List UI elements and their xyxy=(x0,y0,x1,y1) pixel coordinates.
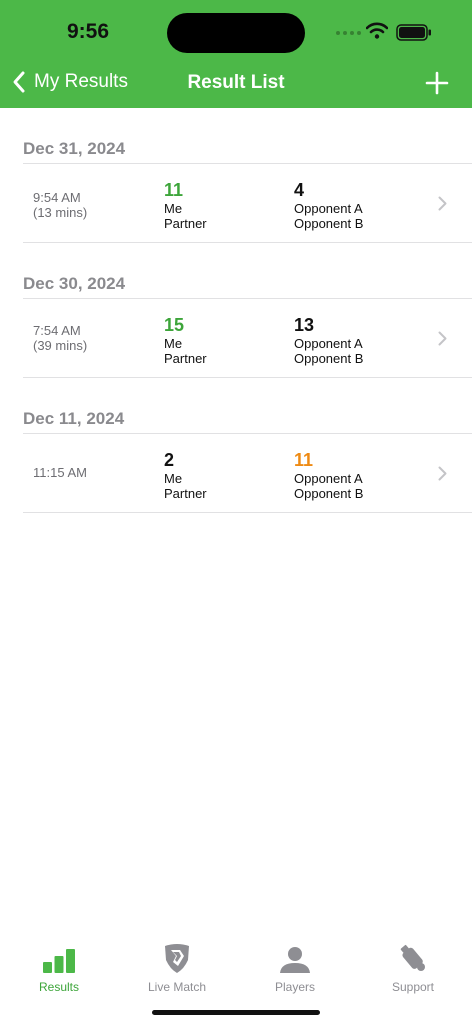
result-time: 11:15 AM xyxy=(33,465,87,480)
result-row[interactable]: 11:15 AM 2 Me Partner 11 Opponent A Oppo… xyxy=(0,434,472,512)
team-player: Partner xyxy=(164,486,207,501)
team-player: Me xyxy=(164,471,183,486)
tab-support[interactable]: Support xyxy=(354,930,472,994)
chevron-right-icon xyxy=(438,331,447,346)
bar-chart-icon xyxy=(43,949,75,973)
wifi-icon xyxy=(366,22,388,39)
chevron-right-icon xyxy=(438,466,447,481)
team-score: 15 xyxy=(164,315,185,335)
tab-label: Support xyxy=(391,980,435,994)
section-date: Dec 11, 2024 xyxy=(23,409,125,428)
team-score: 2 xyxy=(164,450,175,470)
result-time: 9:54 AM xyxy=(33,190,81,205)
opponent-player: Opponent A xyxy=(294,471,363,486)
bottle-icon xyxy=(400,944,425,971)
opponent-player: Opponent B xyxy=(294,351,364,366)
home-indicator xyxy=(152,1010,320,1015)
dynamic-island xyxy=(167,13,305,53)
tab-players[interactable]: Players xyxy=(236,930,354,994)
tab-label: Results xyxy=(38,980,79,994)
team-player: Me xyxy=(164,201,183,216)
result-row[interactable]: 9:54 AM (13 mins) 11 Me Partner 4 Oppone… xyxy=(0,164,472,242)
section-date: Dec 31, 2024 xyxy=(23,139,126,158)
opponent-score: 4 xyxy=(294,180,305,200)
opponent-score: 13 xyxy=(294,315,315,335)
opponent-score: 11 xyxy=(294,450,314,470)
team-player: Partner xyxy=(164,351,207,366)
chevron-right-icon xyxy=(438,196,447,211)
status-time: 9:56 xyxy=(67,20,110,43)
result-list: Dec 31, 2024 9:54 AM (13 mins) 11 Me Par… xyxy=(0,108,472,513)
result-time: 7:54 AM xyxy=(33,323,81,338)
result-duration: (13 mins) xyxy=(33,205,88,220)
result-duration: (39 mins) xyxy=(33,338,88,353)
team-player: Partner xyxy=(164,216,207,231)
team-player: Me xyxy=(164,336,183,351)
section-date: Dec 30, 2024 xyxy=(23,274,126,293)
shield-icon xyxy=(165,944,189,973)
nav-header: 9:56 My Results Result List xyxy=(0,0,472,108)
tab-results[interactable]: Results xyxy=(0,930,118,994)
opponent-player: Opponent A xyxy=(294,336,363,351)
battery-icon xyxy=(396,24,431,41)
tab-label: Live Match xyxy=(147,980,207,994)
page-title: Result List xyxy=(187,72,285,93)
add-result-button[interactable] xyxy=(424,70,450,96)
cellular-signal-icon xyxy=(336,31,361,35)
result-row[interactable]: 7:54 AM (39 mins) 15 Me Partner 13 Oppon… xyxy=(0,299,472,377)
opponent-player: Opponent B xyxy=(294,216,364,231)
opponent-player: Opponent A xyxy=(294,201,363,216)
opponent-player: Opponent B xyxy=(294,486,364,501)
person-icon xyxy=(280,947,310,973)
tab-live-match[interactable]: Live Match xyxy=(118,930,236,994)
divider xyxy=(23,512,472,513)
team-score: 11 xyxy=(164,180,184,200)
tab-label: Players xyxy=(274,980,315,994)
